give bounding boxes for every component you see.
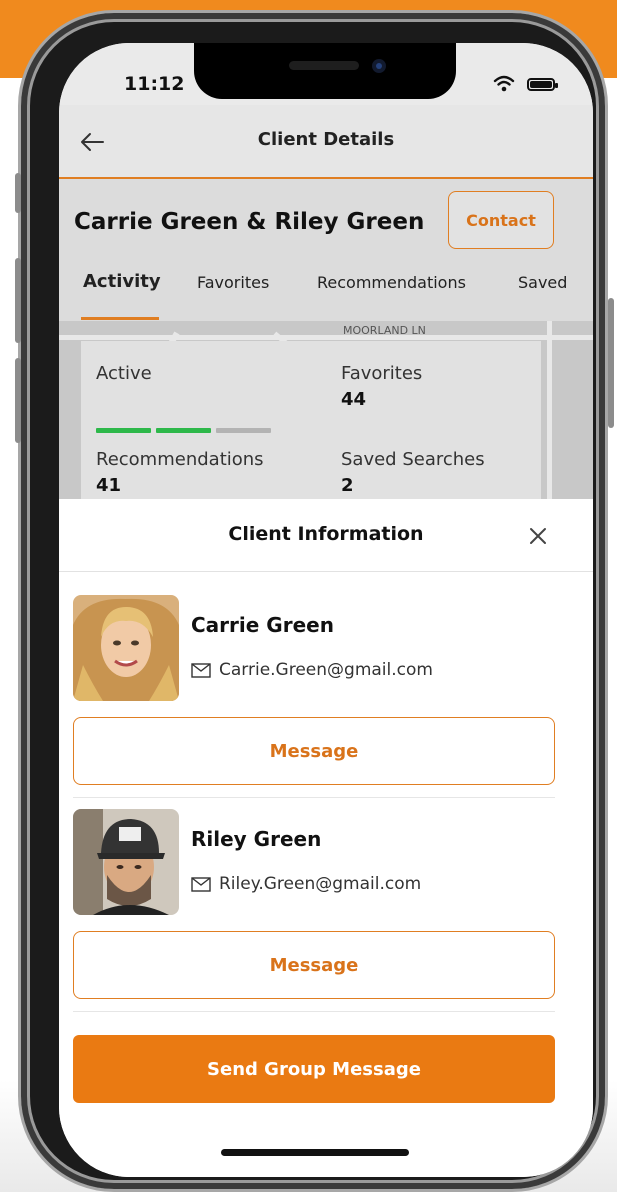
sheet-title: Client Information bbox=[228, 523, 424, 545]
map-road bbox=[59, 335, 593, 340]
recommendations-count: 41 bbox=[96, 475, 122, 496]
saved-searches-count: 2 bbox=[341, 475, 354, 496]
close-icon[interactable] bbox=[527, 525, 549, 547]
tab-recommendations[interactable]: Recommendations bbox=[317, 273, 466, 292]
favorites-count: 44 bbox=[341, 389, 367, 410]
client-information-sheet: Client Information Carrie Green Carrie.G… bbox=[59, 499, 593, 1177]
tab-bar: Activity Favorites Recommendations Saved bbox=[59, 253, 593, 322]
contact-button[interactable]: Contact bbox=[448, 191, 554, 249]
mute-switch bbox=[15, 173, 21, 213]
active-tab-indicator bbox=[81, 317, 159, 320]
wifi-icon bbox=[493, 75, 515, 92]
mail-icon bbox=[191, 663, 211, 678]
item-divider bbox=[73, 797, 555, 798]
notch bbox=[194, 43, 456, 99]
person-name: Carrie Green bbox=[191, 613, 334, 637]
person-email[interactable]: Riley.Green@gmail.com bbox=[219, 874, 421, 894]
person-email[interactable]: Carrie.Green@gmail.com bbox=[219, 660, 433, 680]
activity-bar-2 bbox=[156, 428, 211, 433]
message-button-riley[interactable]: Message bbox=[73, 931, 555, 999]
avatar bbox=[73, 809, 179, 915]
app-header: Client Details bbox=[59, 105, 593, 179]
home-indicator[interactable] bbox=[221, 1149, 409, 1156]
mail-icon bbox=[191, 877, 211, 892]
saved-searches-label: Saved Searches bbox=[341, 449, 485, 470]
status-time: 11:12 bbox=[124, 73, 185, 95]
phone-frame: 11:12 Client Details Carrie Green & Rile… bbox=[15, 10, 614, 1192]
client-name: Carrie Green & Riley Green bbox=[74, 209, 425, 235]
send-group-message-button[interactable]: Send Group Message bbox=[73, 1035, 555, 1103]
volume-up-button bbox=[15, 258, 21, 343]
stats-card: Active Favorites 44 Recommendations 41 S… bbox=[81, 341, 541, 501]
page-title: Client Details bbox=[257, 129, 395, 150]
battery-icon bbox=[527, 78, 558, 91]
avatar bbox=[73, 595, 179, 701]
active-label: Active bbox=[96, 363, 152, 384]
tab-saved[interactable]: Saved bbox=[518, 273, 567, 292]
item-divider bbox=[73, 1011, 555, 1012]
recommendations-label: Recommendations bbox=[96, 449, 264, 470]
map-road bbox=[547, 321, 552, 501]
sheet-divider bbox=[59, 571, 593, 572]
volume-down-button bbox=[15, 358, 21, 443]
power-button bbox=[608, 298, 614, 428]
activity-bar-1 bbox=[96, 428, 151, 433]
front-camera bbox=[372, 59, 386, 73]
speaker bbox=[289, 61, 359, 70]
tab-activity[interactable]: Activity bbox=[83, 271, 161, 292]
message-button-carrie[interactable]: Message bbox=[73, 717, 555, 785]
map-street-label: MOORLAND LN bbox=[343, 324, 426, 337]
phone-screen: 11:12 Client Details Carrie Green & Rile… bbox=[59, 43, 593, 1177]
person-name: Riley Green bbox=[191, 827, 322, 851]
activity-bar-3 bbox=[216, 428, 271, 433]
tab-favorites[interactable]: Favorites bbox=[197, 273, 269, 292]
map-background: MOORLAND LN Active Favorites 44 Recommen… bbox=[59, 321, 593, 501]
favorites-label: Favorites bbox=[341, 363, 423, 384]
